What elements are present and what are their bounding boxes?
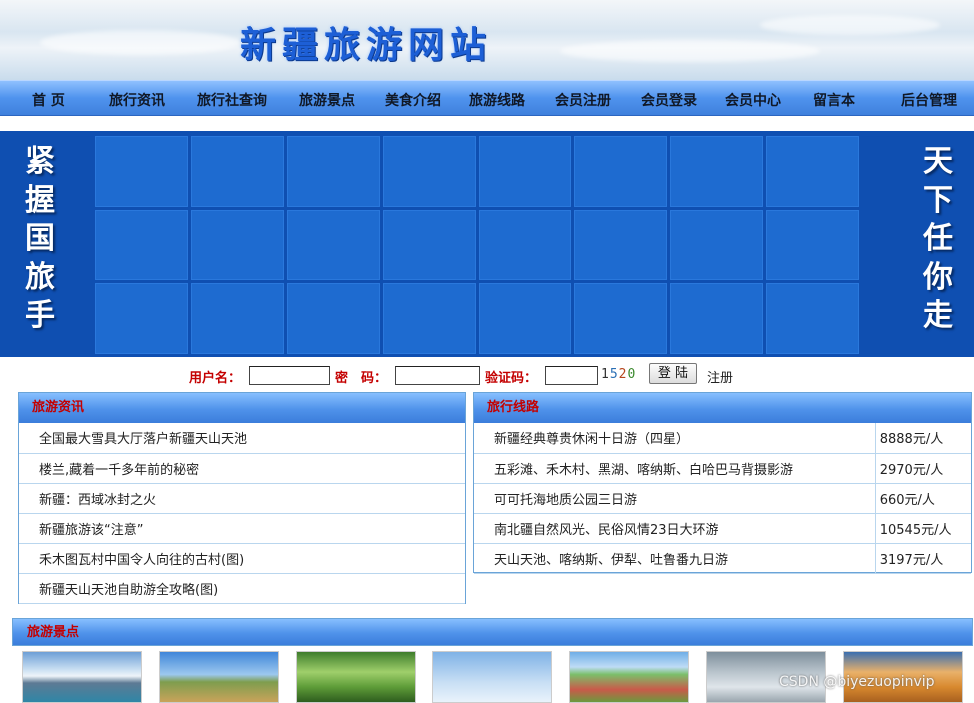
route-name[interactable]: 新疆经典尊贵休闲十日游（四星） <box>474 423 876 454</box>
news-item[interactable]: 禾木图瓦村中国令人向往的古村(图) <box>19 543 465 574</box>
scenic-photo-flower-field[interactable] <box>569 651 689 703</box>
nav-food[interactable]: 美食介绍 <box>385 90 441 110</box>
nav-scenic-spots[interactable]: 旅游景点 <box>299 90 355 110</box>
route-price: 3197元/人 <box>874 543 971 574</box>
nav-routes[interactable]: 旅游线路 <box>469 90 525 110</box>
nav-register[interactable]: 会员注册 <box>555 90 611 110</box>
password-input[interactable] <box>395 366 480 385</box>
scenic-photo-vine-path[interactable] <box>296 651 416 703</box>
news-panel: 旅游资讯 全国最大雪具大厅落户新疆天山天池 楼兰,藏着一千多年前的秘密 新疆：西… <box>18 392 466 604</box>
routes-panel: 旅行线路 新疆经典尊贵休闲十日游（四星） 8888元/人 五彩滩、禾木村、黑湖、喀… <box>473 392 972 574</box>
captcha-image[interactable]: 1520 <box>601 367 636 382</box>
scenic-photo-sky[interactable] <box>432 651 552 703</box>
captcha-input[interactable] <box>545 366 598 385</box>
banner-tile-grid <box>95 136 859 354</box>
nav-agency-search[interactable]: 旅行社查询 <box>197 90 267 110</box>
news-item[interactable]: 全国最大雪具大厅落户新疆天山天池 <box>19 423 465 454</box>
username-input[interactable] <box>249 366 330 385</box>
banner: 紧握国旅手 天下任你走 <box>0 131 974 357</box>
password-label: 密 码： <box>335 371 388 386</box>
news-panel-title: 旅游资讯 <box>19 393 465 423</box>
nav-login[interactable]: 会员登录 <box>641 90 697 110</box>
scenic-photo-desert-trees[interactable] <box>159 651 279 703</box>
nav-guestbook[interactable]: 留言本 <box>813 90 855 110</box>
nav-admin[interactable]: 后台管理 <box>901 90 957 110</box>
route-name[interactable]: 南北疆自然风光、民俗风情23日大环游 <box>474 513 876 544</box>
watermark: CSDN @biyezuopinvip <box>779 674 935 690</box>
site-header: 新疆旅游网站 <box>0 0 974 80</box>
news-item[interactable]: 楼兰,藏着一千多年前的秘密 <box>19 453 465 484</box>
main-nav: 首 页 旅行资讯 旅行社查询 旅游景点 美食介绍 旅游线路 会员注册 会员登录 … <box>0 80 974 116</box>
route-name[interactable]: 天山天池、喀纳斯、伊犁、吐鲁番九日游 <box>474 543 876 574</box>
route-price: 660元/人 <box>874 483 971 514</box>
news-item[interactable]: 新疆天山天池自助游全攻略(图) <box>19 573 465 604</box>
route-price: 10545元/人 <box>874 513 971 544</box>
route-name[interactable]: 五彩滩、禾木村、黑湖、喀纳斯、白哈巴马背摄影游 <box>474 453 876 484</box>
scenic-section: 旅游景点 <box>12 618 973 703</box>
news-item[interactable]: 新疆：西域冰封之火 <box>19 483 465 514</box>
username-label: 用户名： <box>189 371 242 386</box>
scenic-photo-mountain-lake[interactable] <box>22 651 142 703</box>
register-link[interactable]: 注册 <box>707 367 733 386</box>
login-button[interactable]: 登 陆 <box>649 363 697 384</box>
news-item[interactable]: 新疆旅游该“注意” <box>19 513 465 544</box>
route-price: 8888元/人 <box>874 423 971 454</box>
banner-right-slogan: 天下任你走 <box>923 144 953 333</box>
routes-panel-title: 旅行线路 <box>474 393 971 423</box>
route-name[interactable]: 可可托海地质公园三日游 <box>474 483 876 514</box>
nav-member-center[interactable]: 会员中心 <box>725 90 781 110</box>
captcha-label: 验证码： <box>485 371 538 386</box>
banner-left-slogan: 紧握国旅手 <box>25 144 55 333</box>
route-price: 2970元/人 <box>874 453 971 484</box>
scenic-section-title: 旅游景点 <box>12 618 973 646</box>
nav-home[interactable]: 首 页 <box>32 90 65 110</box>
nav-travel-news[interactable]: 旅行资讯 <box>109 90 165 110</box>
site-title: 新疆旅游网站 <box>240 24 493 66</box>
login-bar: 用户名： 密 码： 验证码： 1520 登 陆 注册 <box>0 362 974 388</box>
